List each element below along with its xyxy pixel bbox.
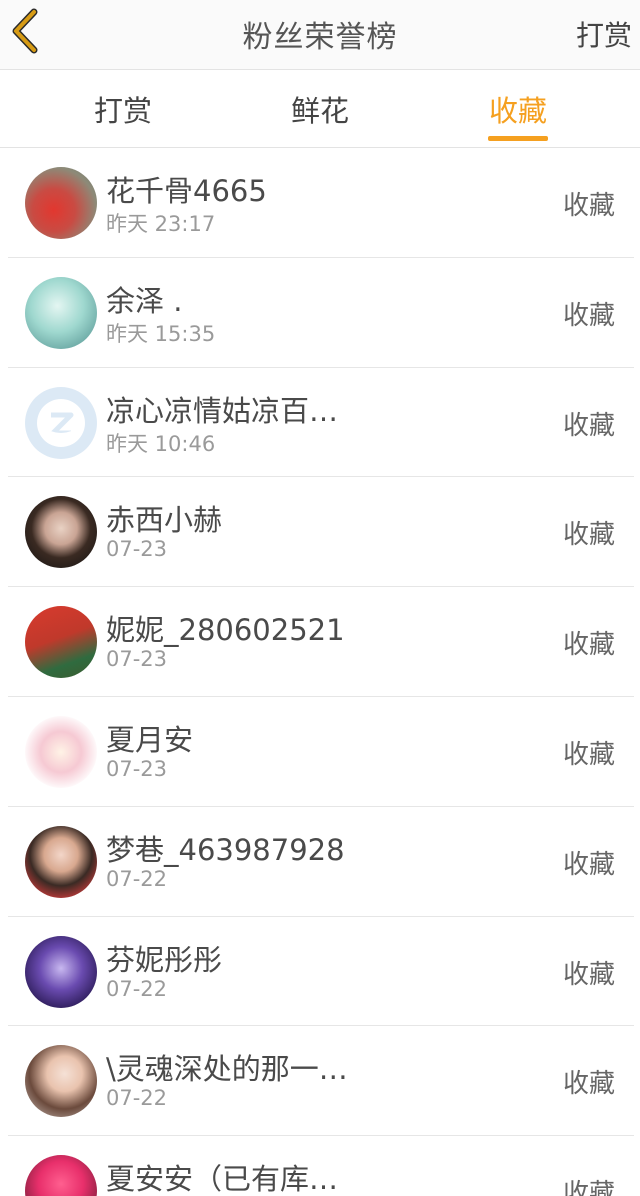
- fan-name: 凉心凉情姑凉百…: [106, 393, 339, 428]
- fan-name: \灵魂深处的那一…: [106, 1052, 348, 1087]
- list-item[interactable]: \灵魂深处的那一… 07-22 收藏: [0, 1026, 640, 1136]
- avatar: [25, 496, 97, 569]
- favorite-label: 收藏: [562, 849, 615, 880]
- favorite-label: 收藏: [562, 410, 615, 441]
- fan-name: 余泽 .: [106, 283, 183, 318]
- fan-name: 夏月安: [106, 722, 194, 757]
- list-item[interactable]: 赤西小赫 07-23 收藏: [0, 477, 640, 587]
- default-avatar-icon: [37, 398, 85, 447]
- page-title: 粉丝荣誉榜: [242, 20, 398, 55]
- favorite-label: 收藏: [562, 300, 615, 331]
- fan-time: 昨天 10:46: [106, 431, 216, 456]
- fan-name: 梦巷_463987928: [106, 832, 345, 867]
- avatar: [25, 606, 97, 679]
- favorite-label: 收藏: [562, 1179, 615, 1196]
- list-item[interactable]: 妮妮_280602521 07-23 收藏: [0, 587, 640, 697]
- top-bar: 粉丝荣誉榜 打赏: [0, 0, 640, 70]
- avatar: [25, 386, 97, 459]
- fan-time: 07-23: [106, 756, 168, 781]
- fan-time: 昨天 15:35: [106, 321, 216, 346]
- tab-favorites[interactable]: 收藏: [458, 88, 578, 130]
- fan-time: 07-22: [106, 976, 168, 1001]
- fan-name: 花千骨4665: [106, 174, 267, 208]
- fan-name: 赤西小赫: [106, 503, 223, 538]
- active-tab-indicator: [488, 136, 548, 141]
- fan-time: 07-23: [106, 537, 168, 562]
- list-item[interactable]: 夏安安（已有库… 收藏: [0, 1136, 640, 1196]
- list-item[interactable]: 凉心凉情姑凉百… 昨天 10:46 收藏: [0, 368, 640, 478]
- avatar: [25, 167, 97, 239]
- tab-flowers[interactable]: 鲜花: [260, 88, 380, 130]
- fan-time: 07-23: [106, 647, 168, 672]
- fan-time: 昨天 23:17: [106, 212, 216, 236]
- fan-time: 07-22: [106, 1086, 168, 1111]
- avatar: [25, 825, 97, 898]
- favorite-label: 收藏: [562, 1069, 615, 1100]
- list-item[interactable]: 花千骨4665 昨天 23:17 收藏: [0, 148, 640, 258]
- avatar: [25, 715, 97, 788]
- avatar: [25, 276, 97, 349]
- fan-list: 花千骨4665 昨天 23:17 收藏 余泽 . 昨天 15:35 收藏 凉心凉…: [0, 148, 640, 1196]
- tip-button[interactable]: 打赏: [576, 14, 632, 54]
- list-item[interactable]: 梦巷_463987928 07-22 收藏: [0, 807, 640, 917]
- list-item[interactable]: 余泽 . 昨天 15:35 收藏: [0, 258, 640, 368]
- fan-name: 芬妮彤彤: [106, 942, 223, 977]
- avatar: [25, 935, 97, 1008]
- favorite-label: 收藏: [562, 191, 615, 221]
- favorite-label: 收藏: [562, 520, 615, 551]
- tab-tip[interactable]: 打赏: [63, 88, 183, 130]
- fan-time: 07-22: [106, 866, 168, 891]
- fan-name: 妮妮_280602521: [106, 613, 345, 648]
- list-item[interactable]: 芬妮彤彤 07-22 收藏: [0, 917, 640, 1027]
- favorite-label: 收藏: [562, 959, 615, 990]
- favorite-label: 收藏: [562, 630, 615, 661]
- list-item[interactable]: 夏月安 07-23 收藏: [0, 697, 640, 807]
- avatar: [25, 1155, 97, 1196]
- tab-bar: 打赏 鲜花 收藏: [0, 70, 640, 148]
- avatar: [25, 1045, 97, 1118]
- fan-name: 夏安安（已有库…: [106, 1162, 339, 1196]
- favorite-label: 收藏: [562, 739, 615, 770]
